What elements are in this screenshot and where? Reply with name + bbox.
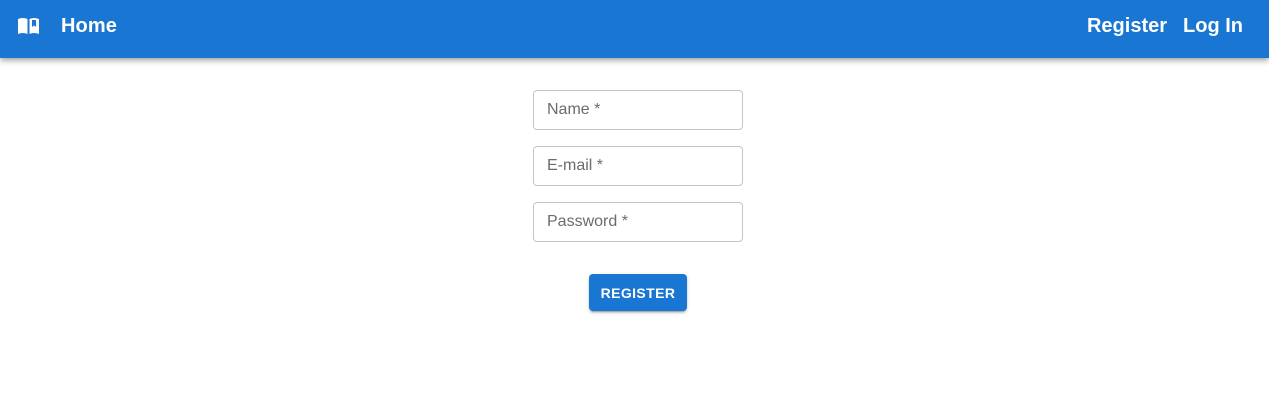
password-field[interactable] <box>534 203 742 241</box>
email-field-container <box>533 146 743 186</box>
register-button[interactable]: REGISTER <box>589 274 687 311</box>
login-nav-link[interactable]: Log In <box>1183 15 1243 38</box>
app-bar: Home Register Log In <box>0 0 1269 58</box>
name-field[interactable] <box>534 91 742 129</box>
register-form <box>533 90 743 258</box>
email-field[interactable] <box>534 147 742 185</box>
home-label: Home <box>61 14 117 37</box>
register-nav-link[interactable]: Register <box>1087 15 1167 38</box>
nav-links: Register Log In <box>1071 0 1243 52</box>
book-open-icon <box>17 16 40 36</box>
home-link[interactable]: Home <box>17 0 117 52</box>
name-field-container <box>533 90 743 130</box>
password-field-container <box>533 202 743 242</box>
